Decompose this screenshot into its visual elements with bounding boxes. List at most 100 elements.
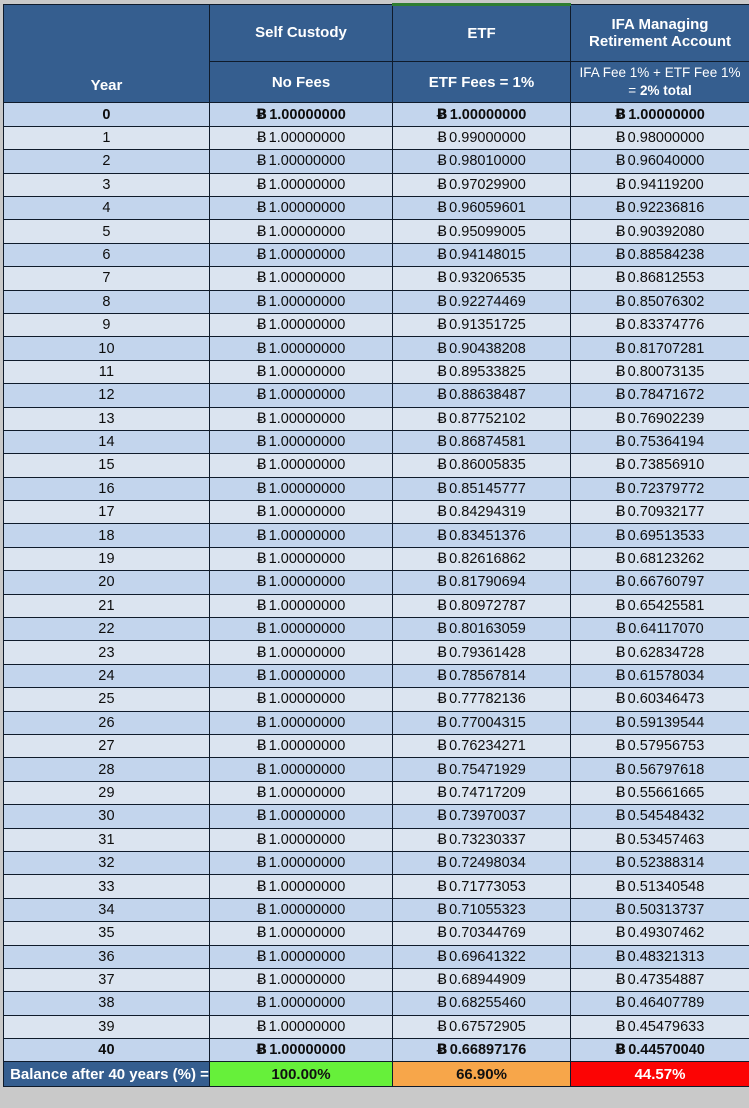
cell-ifa: Ƀ 0.68123262 bbox=[570, 546, 749, 572]
cell-etf: Ƀ 0.80972787 bbox=[392, 593, 571, 619]
bitcoin-symbol-icon: Ƀ bbox=[256, 644, 267, 661]
cell-year: 1 bbox=[3, 125, 210, 151]
cell-etf: Ƀ 0.82616862 bbox=[392, 546, 571, 572]
bitcoin-symbol-icon: Ƀ bbox=[256, 457, 267, 474]
bitcoin-symbol-icon: Ƀ bbox=[615, 200, 626, 217]
bitcoin-symbol-icon: Ƀ bbox=[256, 831, 267, 848]
table-row: 20 Ƀ 1.00000000 Ƀ 0.81790694 Ƀ 0.66760797 bbox=[3, 570, 749, 595]
cell-year: 18 bbox=[3, 523, 210, 548]
cell-etf: Ƀ 0.87752102 bbox=[392, 406, 571, 431]
cell-year: 25 bbox=[3, 687, 210, 712]
bitcoin-symbol-icon: Ƀ bbox=[256, 130, 267, 147]
cell-etf: Ƀ 0.85145777 bbox=[392, 476, 571, 502]
cell-ifa: Ƀ 0.50313737 bbox=[570, 897, 749, 923]
cell-self-custody: Ƀ 1.00000000 bbox=[209, 617, 393, 642]
bitcoin-symbol-icon: Ƀ bbox=[436, 1042, 448, 1059]
bitcoin-symbol-icon: Ƀ bbox=[256, 761, 267, 778]
bitcoin-symbol-icon: Ƀ bbox=[615, 808, 626, 825]
cell-self-custody: Ƀ 1.00000000 bbox=[209, 406, 393, 431]
table-row: 13 Ƀ 1.00000000 Ƀ 0.87752102 Ƀ 0.76902239 bbox=[3, 406, 749, 431]
cell-etf: Ƀ 0.68255460 bbox=[392, 991, 571, 1016]
bitcoin-symbol-icon: Ƀ bbox=[256, 293, 267, 310]
cell-year: 16 bbox=[3, 476, 210, 502]
table-row: 17 Ƀ 1.00000000 Ƀ 0.84294319 Ƀ 0.70932177 bbox=[3, 500, 749, 525]
table-row: 35 Ƀ 1.00000000 Ƀ 0.70344769 Ƀ 0.49307462 bbox=[3, 921, 749, 946]
cell-self-custody: Ƀ 1.00000000 bbox=[209, 850, 393, 876]
cell-year: 37 bbox=[3, 967, 210, 993]
table-row: 26 Ƀ 1.00000000 Ƀ 0.77004315 Ƀ 0.59139544 bbox=[3, 710, 749, 735]
cell-ifa: Ƀ 0.88584238 bbox=[570, 242, 749, 268]
table-row: 29 Ƀ 1.00000000 Ƀ 0.74717209 Ƀ 0.55661665 bbox=[3, 780, 749, 806]
cell-etf: Ƀ 0.73970037 bbox=[392, 804, 571, 829]
cell-self-custody: Ƀ 1.00000000 bbox=[209, 172, 393, 198]
bitcoin-symbol-icon: Ƀ bbox=[437, 410, 448, 427]
cell-ifa: Ƀ 0.92236816 bbox=[570, 195, 749, 221]
cell-year: 35 bbox=[3, 921, 210, 946]
bitcoin-symbol-icon: Ƀ bbox=[256, 176, 267, 193]
cell-self-custody: Ƀ 1.00000000 bbox=[209, 242, 393, 268]
cell-etf: Ƀ 0.91351725 bbox=[392, 312, 571, 338]
bitcoin-symbol-icon: Ƀ bbox=[256, 621, 267, 638]
cell-self-custody: Ƀ 1.00000000 bbox=[209, 944, 393, 969]
cell-self-custody: Ƀ 1.00000000 bbox=[209, 195, 393, 221]
table-row: 30 Ƀ 1.00000000 Ƀ 0.73970037 Ƀ 0.54548432 bbox=[3, 804, 749, 829]
bitcoin-symbol-icon: Ƀ bbox=[256, 363, 267, 380]
table-row: 0 Ƀ 1.00000000 Ƀ 1.00000000 Ƀ 1.00000000 bbox=[3, 102, 749, 127]
cell-etf: Ƀ 0.69641322 bbox=[392, 944, 571, 969]
bitcoin-symbol-icon: Ƀ bbox=[437, 995, 448, 1012]
cell-year: 15 bbox=[3, 453, 210, 478]
cell-etf: Ƀ 0.67572905 bbox=[392, 1014, 571, 1040]
cell-ifa: Ƀ 0.94119200 bbox=[570, 172, 749, 198]
cell-etf: Ƀ 0.76234271 bbox=[392, 733, 571, 759]
cell-year: 20 bbox=[3, 570, 210, 595]
cell-self-custody: Ƀ 1.00000000 bbox=[209, 102, 393, 127]
cell-year: 36 bbox=[3, 944, 210, 969]
ifa-fee-text-bold: 2% total bbox=[639, 83, 692, 99]
cell-year: 10 bbox=[3, 336, 210, 361]
cell-ifa: Ƀ 0.98000000 bbox=[570, 125, 749, 151]
cell-self-custody: Ƀ 1.00000000 bbox=[209, 804, 393, 829]
cell-ifa: Ƀ 0.46407789 bbox=[570, 991, 749, 1016]
bitcoin-symbol-icon: Ƀ bbox=[437, 340, 448, 357]
column-subheader-etf: ETF Fees = 1% bbox=[392, 60, 571, 104]
cell-self-custody: Ƀ 1.00000000 bbox=[209, 710, 393, 735]
bitcoin-symbol-icon: Ƀ bbox=[437, 901, 448, 918]
cell-year: 14 bbox=[3, 429, 210, 455]
bitcoin-symbol-icon: Ƀ bbox=[615, 901, 626, 918]
cell-etf: Ƀ 0.90438208 bbox=[392, 336, 571, 361]
cell-year: 27 bbox=[3, 733, 210, 759]
cell-self-custody: Ƀ 1.00000000 bbox=[209, 967, 393, 993]
bitcoin-symbol-icon: Ƀ bbox=[615, 831, 626, 848]
column-header-etf: ETF bbox=[392, 3, 571, 62]
bitcoin-symbol-icon: Ƀ bbox=[256, 410, 267, 427]
bitcoin-symbol-icon: Ƀ bbox=[256, 855, 267, 872]
bitcoin-symbol-icon: Ƀ bbox=[256, 808, 267, 825]
bitcoin-symbol-icon: Ƀ bbox=[615, 925, 626, 942]
bitcoin-symbol-icon: Ƀ bbox=[437, 691, 448, 708]
cell-self-custody: Ƀ 1.00000000 bbox=[209, 1014, 393, 1040]
cell-etf: Ƀ 0.75471929 bbox=[392, 757, 571, 782]
column-header-year: Year bbox=[3, 3, 210, 104]
table-row: 14 Ƀ 1.00000000 Ƀ 0.86874581 Ƀ 0.75364194 bbox=[3, 429, 749, 455]
cell-ifa: Ƀ 0.90392080 bbox=[570, 219, 749, 244]
cell-etf: Ƀ 0.92274469 bbox=[392, 289, 571, 314]
bitcoin-symbol-icon: Ƀ bbox=[615, 668, 626, 684]
bitcoin-symbol-icon: Ƀ bbox=[256, 527, 267, 544]
table-row: 32 Ƀ 1.00000000 Ƀ 0.72498034 Ƀ 0.52388314 bbox=[3, 850, 749, 876]
bitcoin-symbol-icon: Ƀ bbox=[615, 644, 626, 661]
cell-year: 23 bbox=[3, 640, 210, 665]
bitcoin-symbol-icon: Ƀ bbox=[437, 176, 448, 193]
cell-etf: Ƀ 0.71055323 bbox=[392, 897, 571, 923]
table-row: 18 Ƀ 1.00000000 Ƀ 0.83451376 Ƀ 0.69513533 bbox=[3, 523, 749, 548]
cell-ifa: Ƀ 0.53457463 bbox=[570, 827, 749, 852]
cell-self-custody: Ƀ 1.00000000 bbox=[209, 991, 393, 1016]
cell-self-custody: Ƀ 1.00000000 bbox=[209, 921, 393, 946]
bitcoin-symbol-icon: Ƀ bbox=[615, 504, 626, 521]
cell-self-custody: Ƀ 1.00000000 bbox=[209, 219, 393, 244]
table-row: 37 Ƀ 1.00000000 Ƀ 0.68944909 Ƀ 0.47354887 bbox=[3, 967, 749, 993]
cell-ifa: Ƀ 0.96040000 bbox=[570, 149, 749, 174]
cell-year: 26 bbox=[3, 710, 210, 735]
cell-year: 21 bbox=[3, 593, 210, 619]
cell-etf: Ƀ 0.95099005 bbox=[392, 219, 571, 244]
cell-self-custody: Ƀ 1.00000000 bbox=[209, 593, 393, 619]
